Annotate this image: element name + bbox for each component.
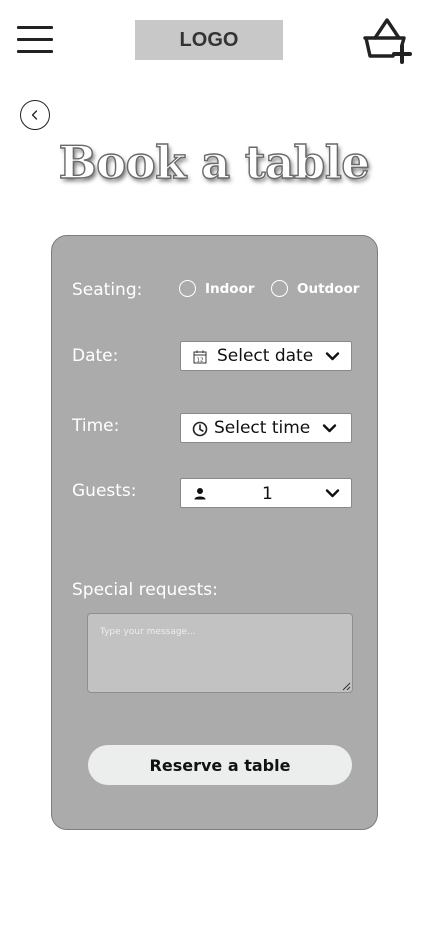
seating-option-outdoor[interactable]: Outdoor — [271, 280, 359, 297]
chevron-left-icon — [31, 110, 38, 120]
special-requests-input[interactable] — [87, 613, 353, 693]
radio-circle-icon[interactable] — [179, 280, 196, 297]
radio-circle-icon[interactable] — [271, 280, 288, 297]
time-select[interactable]: Select time — [180, 413, 352, 443]
menu-line — [17, 38, 53, 41]
date-label: Date: — [72, 346, 119, 366]
date-select[interactable]: 12 Select date — [180, 341, 352, 371]
svg-text:12: 12 — [197, 357, 204, 363]
chevron-down-icon — [322, 424, 337, 433]
seating-option-indoor[interactable]: Indoor — [179, 280, 255, 297]
page-title: Book a table — [58, 135, 371, 189]
menu-line — [17, 50, 53, 53]
menu-line — [17, 26, 53, 29]
special-requests-label: Special requests: — [72, 580, 218, 600]
date-select-value: Select date — [217, 346, 314, 366]
chevron-down-icon — [325, 352, 340, 361]
time-select-value: Select time — [214, 418, 311, 438]
guests-select[interactable]: 1 — [180, 478, 352, 508]
guests-select-value: 1 — [262, 484, 273, 504]
guests-label: Guests: — [72, 481, 137, 501]
calendar-icon: 12 — [193, 350, 207, 364]
radio-label: Outdoor — [297, 280, 360, 297]
seating-label: Seating: — [72, 280, 143, 300]
reserve-table-button[interactable]: Reserve a table — [88, 745, 352, 785]
booking-form-card: Seating: Indoor Outdoor Date: 12 Select … — [51, 235, 378, 830]
logo: LOGO — [135, 20, 283, 60]
radio-label: Indoor — [205, 280, 255, 297]
back-button[interactable] — [20, 100, 50, 130]
hamburger-menu-button[interactable] — [17, 26, 53, 54]
person-icon — [194, 488, 206, 500]
basket-plus-icon[interactable] — [362, 16, 412, 64]
clock-icon — [192, 421, 208, 437]
time-label: Time: — [72, 416, 120, 436]
chevron-down-icon — [325, 489, 340, 498]
